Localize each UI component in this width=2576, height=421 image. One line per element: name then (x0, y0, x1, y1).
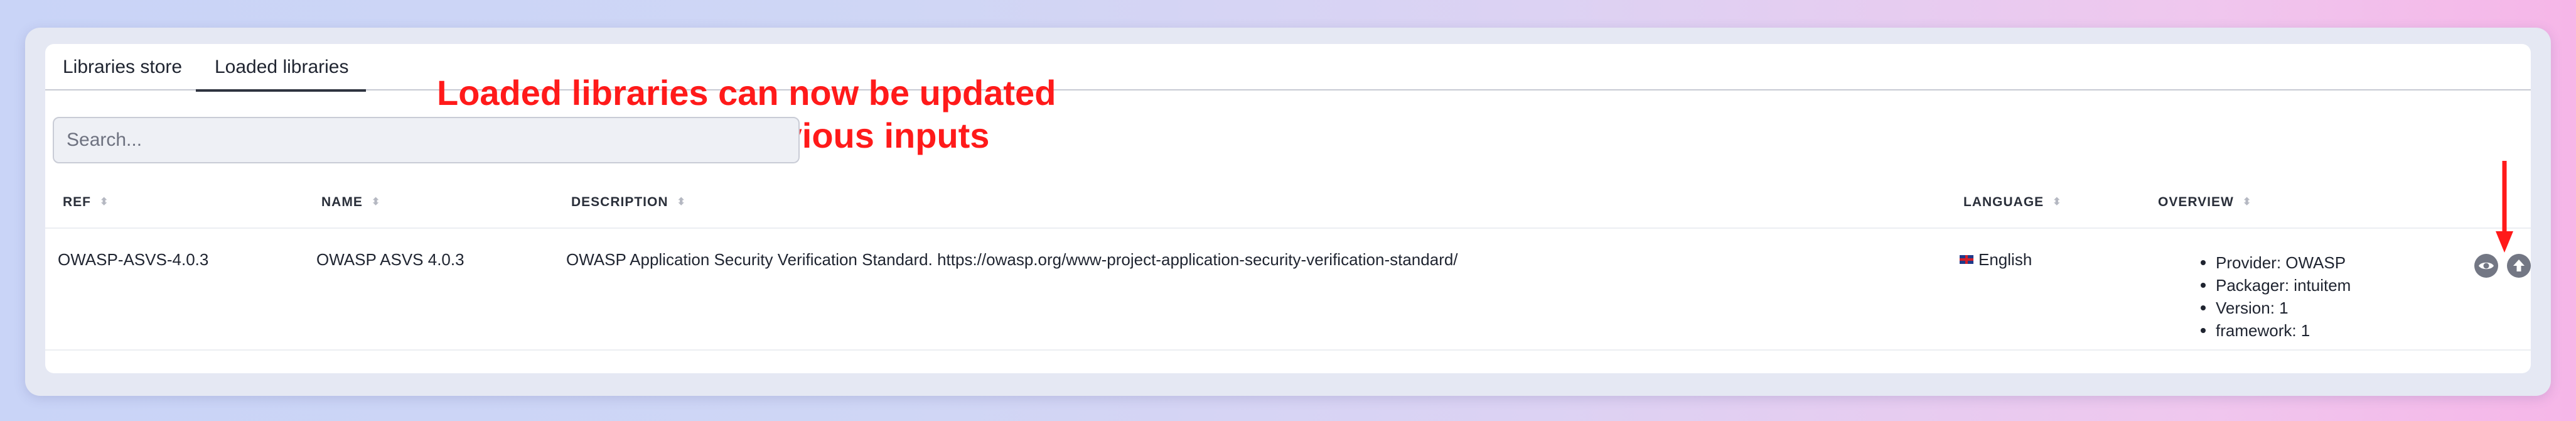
tab-loaded-libraries[interactable]: Loaded libraries (195, 44, 367, 92)
language-label: English (1978, 250, 2032, 269)
annotation-line-1: Loaded libraries can now be updated (437, 73, 1056, 112)
table-divider (45, 349, 2531, 351)
red-arrow-icon (2496, 161, 2513, 253)
column-header-label: DESCRIPTION (571, 195, 668, 209)
sort-icon[interactable]: ⬍ (2243, 197, 2251, 207)
column-header-ref[interactable]: REF ⬍ (63, 195, 109, 210)
column-header-label: LANGUAGE (1963, 195, 2044, 209)
overview-item: Provider: OWASP (2201, 251, 2351, 274)
table-divider (45, 227, 2531, 229)
cell-language: English (1960, 250, 2032, 270)
update-library-button[interactable] (2507, 254, 2531, 278)
eye-icon (2479, 262, 2494, 270)
tab-libraries-store[interactable]: Libraries store (63, 44, 182, 90)
column-header-name[interactable]: NAME ⬍ (321, 195, 380, 210)
sort-icon[interactable]: ⬍ (677, 197, 686, 207)
cell-name: OWASP ASVS 4.0.3 (316, 250, 464, 269)
column-header-label: NAME (321, 195, 363, 209)
column-header-description[interactable]: DESCRIPTION ⬍ (571, 195, 686, 210)
column-header-language[interactable]: LANGUAGE ⬍ (1963, 195, 2062, 210)
cell-description: OWASP Application Security Verification … (566, 250, 1458, 269)
overview-item: Packager: intuitem (2201, 274, 2351, 297)
sort-icon[interactable]: ⬍ (100, 197, 109, 207)
sort-icon[interactable]: ⬍ (2053, 197, 2061, 207)
cell-overview: Provider: OWASP Packager: intuitem Versi… (2201, 251, 2351, 342)
overview-item: Version: 1 (2201, 297, 2351, 319)
libraries-panel: Libraries store Loaded libraries Loaded … (25, 28, 2551, 396)
uk-flag-icon (1960, 255, 1973, 264)
libraries-card: Libraries store Loaded libraries Loaded … (45, 44, 2531, 373)
sort-icon[interactable]: ⬍ (372, 197, 380, 207)
search-input[interactable] (53, 117, 800, 163)
column-header-label: OVERVIEW (2158, 195, 2234, 209)
cell-ref: OWASP-ASVS-4.0.3 (58, 250, 209, 269)
upload-icon (2513, 260, 2525, 271)
column-header-overview[interactable]: OVERVIEW ⬍ (2158, 195, 2251, 210)
column-header-label: REF (63, 195, 91, 209)
overview-item: framework: 1 (2201, 319, 2351, 342)
view-library-button[interactable] (2474, 254, 2498, 278)
tab-bar: Libraries store Loaded libraries (45, 44, 2531, 92)
